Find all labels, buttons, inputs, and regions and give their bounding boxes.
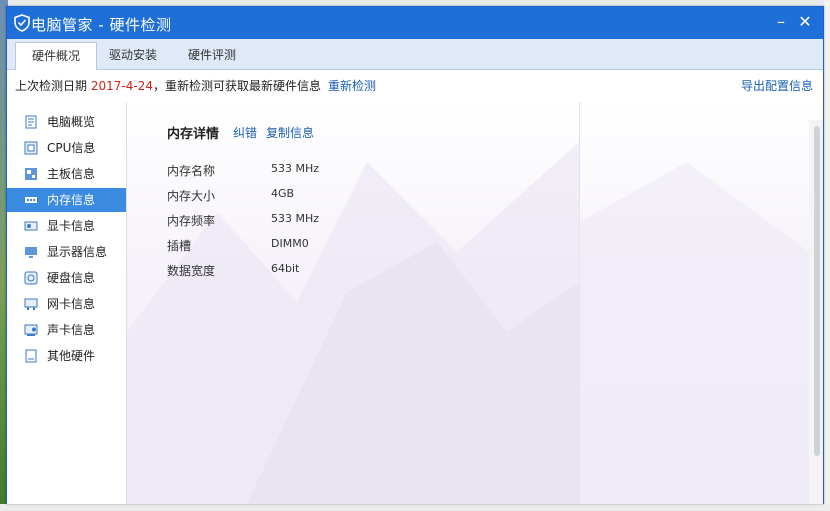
sidebar-item-label: 主板信息 [47, 167, 96, 181]
sidebar-item-monitor[interactable]: 显示器信息 [7, 240, 126, 264]
sidebar-item-label: 网卡信息 [47, 297, 96, 311]
tab-hardware-overview[interactable]: 硬件概况 [15, 42, 98, 71]
desktop-background-right [824, 0, 830, 511]
sidebar-item-label: 显示器信息 [47, 245, 108, 259]
last-check-bar: 上次检测日期 2017-4-24，重新检测可获取最新硬件信息 重新检测 导出配置… [7, 70, 823, 102]
disk-icon [24, 271, 38, 285]
sidebar-item-gpu[interactable]: 显卡信息 [7, 214, 126, 238]
minimize-button[interactable]: – [771, 13, 791, 31]
sidebar-item-memory[interactable]: 内存信息 [7, 188, 126, 212]
last-check-suffix: ，重新检测可获取最新硬件信息 [152, 79, 321, 93]
sidebar-item-disk[interactable]: 硬盘信息 [7, 266, 126, 290]
tab-driver-install[interactable]: 驱动安装 [93, 42, 173, 69]
sidebar-item-label: 内存信息 [47, 193, 96, 207]
sidebar-item-cpu[interactable]: CPU信息 [7, 136, 126, 160]
copy-info-link[interactable]: 复制信息 [266, 124, 314, 141]
sidebar-item-label: CPU信息 [47, 141, 96, 155]
last-check-text: 上次检测日期 2017-4-24，重新检测可获取最新硬件信息 [15, 70, 321, 102]
last-check-date: 2017-4-24 [90, 79, 153, 93]
sidebar-item-network-card[interactable]: 网卡信息 [7, 292, 126, 316]
detail-value: 4GB [271, 187, 295, 200]
sidebar-item-label: 显卡信息 [47, 219, 96, 233]
gpu-icon [24, 221, 38, 231]
recheck-link[interactable]: 重新检测 [328, 70, 376, 102]
sidebar-item-sound-card[interactable]: 声卡信息 [7, 318, 126, 342]
detail-key: 数据宽度 [167, 264, 216, 278]
tab-hardware-benchmark[interactable]: 硬件评测 [172, 42, 252, 69]
sidebar-item-motherboard[interactable]: 主板信息 [7, 162, 126, 186]
memory-icon [25, 197, 37, 203]
motherboard-icon [25, 168, 37, 180]
detail-value: 64bit [271, 262, 300, 275]
desktop-background-bottom [0, 504, 830, 511]
sidebar-item-label: 电脑概览 [47, 115, 96, 129]
title-bar[interactable]: 电脑管家 - 硬件检测 – ✕ [7, 7, 823, 39]
tab-bar: 硬件概况 驱动安装 硬件评测 [7, 39, 823, 71]
last-check-prefix: 上次检测日期 [15, 79, 88, 93]
shield-logo-icon [14, 14, 30, 32]
sidebar-item-overview[interactable]: 电脑概览 [7, 110, 126, 134]
detail-value: 533 MHz [271, 212, 320, 225]
sidebar-item-label: 声卡信息 [47, 323, 96, 337]
report-error-link[interactable]: 纠错 [233, 124, 257, 141]
network-card-icon [24, 298, 38, 310]
memory-detail-panel: 内存详情 纠错 复制信息 内存名称 533 MHz 内存大小 4GB 内存频率 … [127, 102, 823, 504]
detail-value: 533 MHz [271, 162, 320, 175]
detail-key: 插槽 [167, 239, 192, 253]
panel-divider [579, 102, 580, 504]
hardware-detection-window: 电脑管家 - 硬件检测 – ✕ 硬件概况 驱动安装 硬件评测 上次检测日期 20… [6, 6, 824, 504]
detail-key: 内存大小 [167, 189, 216, 203]
detail-key: 内存名称 [167, 164, 216, 178]
hardware-category-sidebar: 电脑概览 CPU信息 主板信息 内存信息 显卡信息 显示器信息 硬盘信息 网卡信… [7, 102, 127, 504]
sidebar-item-other-hardware[interactable]: 其他硬件 [7, 344, 126, 368]
overview-icon [25, 115, 37, 129]
sidebar-item-label: 其他硬件 [47, 349, 96, 363]
sound-card-icon [24, 324, 38, 336]
memory-detail-title: 内存详情 [167, 127, 220, 142]
export-config-link[interactable]: 导出配置信息 [741, 70, 813, 102]
monitor-icon [25, 247, 37, 258]
detail-value: DIMM0 [271, 237, 309, 250]
sidebar-item-label: 硬盘信息 [47, 271, 96, 285]
vertical-scrollbar[interactable] [809, 120, 823, 504]
cpu-icon [24, 141, 38, 155]
close-button[interactable]: ✕ [795, 13, 815, 31]
window-title: 电脑管家 - 硬件检测 [31, 16, 172, 34]
other-hardware-icon [25, 349, 37, 363]
scrollbar-thumb[interactable] [814, 126, 820, 456]
detail-key: 内存频率 [167, 214, 216, 228]
